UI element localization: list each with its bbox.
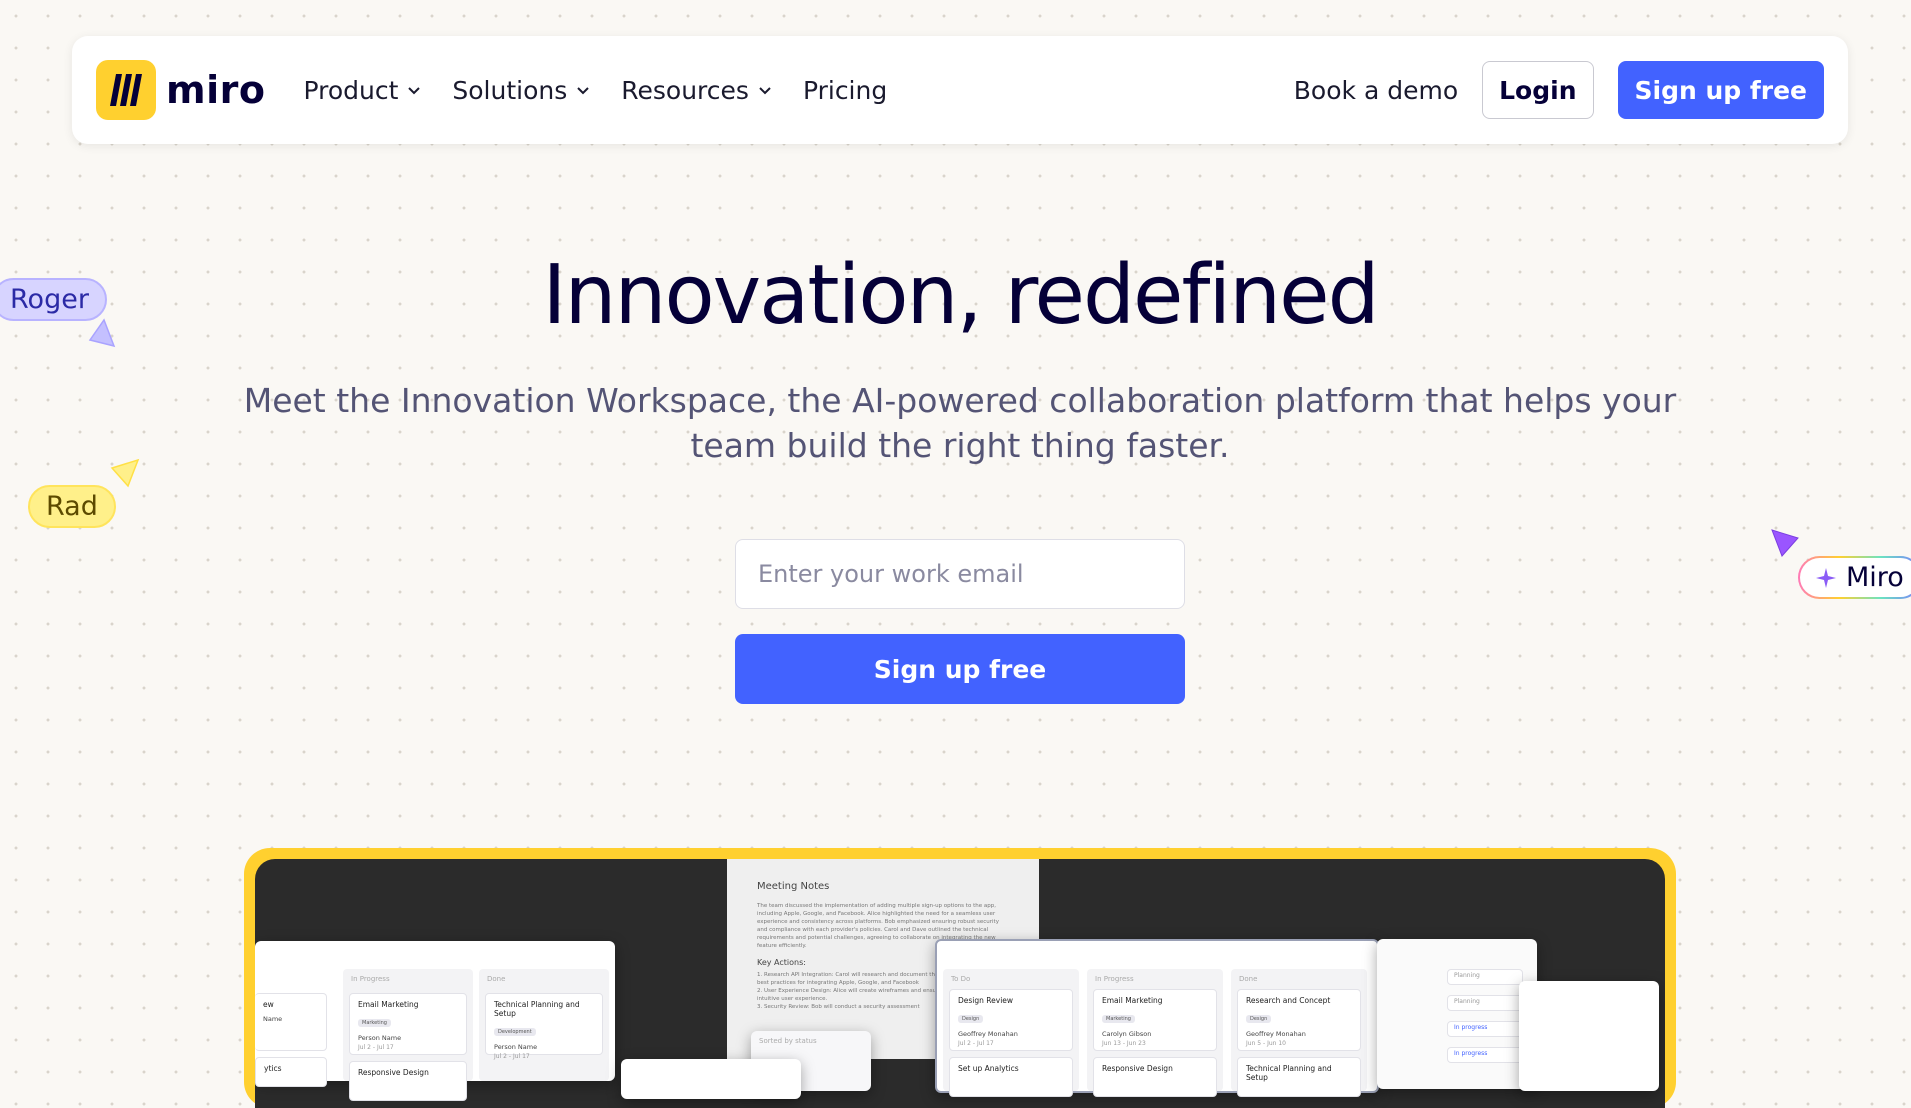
- card-person: Person Name: [494, 1043, 538, 1051]
- board-card: Email Marketing Marketing Carolyn Gibson…: [1093, 989, 1217, 1051]
- card-person: Geoffrey Monahan: [1246, 1030, 1306, 1038]
- book-demo-link[interactable]: Book a demo: [1294, 76, 1458, 105]
- card-date: Jul 2 - Jul 17: [958, 1040, 994, 1047]
- cursor-label-rad: Rad: [28, 485, 116, 528]
- card-title: Responsive Design: [1102, 1064, 1173, 1073]
- chevron-down-icon: [577, 87, 589, 95]
- board-card: Technical Planning and Setup Development…: [485, 993, 603, 1060]
- board-card: Email Marketing Marketing Person Name Ju…: [349, 993, 467, 1055]
- column-header: In Progress: [1095, 975, 1134, 983]
- card-title: ytics: [264, 1064, 282, 1073]
- status-chip: In progress: [1447, 1021, 1523, 1037]
- column-header: To Do: [951, 975, 971, 983]
- menu-item-product[interactable]: Product: [303, 76, 422, 105]
- card-date: Jul 2 - Jul 17: [494, 1053, 530, 1060]
- cursor-arrow-icon: [1771, 529, 1799, 557]
- status-chip-label: In progress: [1454, 1050, 1488, 1057]
- card-title: Set up Analytics: [958, 1064, 1019, 1073]
- card-tag: Marketing: [358, 1019, 391, 1027]
- product-preview-canvas: Meeting Notes The team discussed the imp…: [255, 859, 1665, 1108]
- login-button[interactable]: Login: [1482, 61, 1594, 119]
- card-tag: Marketing: [1102, 1015, 1135, 1023]
- board-card: Research and Concept Design Geoffrey Mon…: [1237, 989, 1361, 1051]
- product-preview-frame: Meeting Notes The team discussed the imp…: [244, 848, 1676, 1108]
- card-tag: Design: [958, 1015, 984, 1023]
- status-chip-label: Planning: [1454, 998, 1480, 1005]
- hero-subtitle: Meet the Innovation Workspace, the AI-po…: [243, 381, 1677, 465]
- card-title: Responsive Design: [358, 1068, 429, 1077]
- hero-signup-button[interactable]: Sign up free: [735, 634, 1185, 704]
- menu-item-label: Solutions: [452, 75, 568, 105]
- far-right-panel: [1519, 981, 1659, 1091]
- miro-logo-icon: [96, 60, 156, 120]
- kanban-column: In Progress Email Marketing Marketing Ca…: [1087, 969, 1223, 1097]
- card-person: Carolyn Gibson: [1102, 1030, 1152, 1038]
- card-date: Jul 2 - Jul 17: [358, 1044, 394, 1051]
- card-title: Research and Concept: [1246, 996, 1331, 1005]
- menu-item-pricing[interactable]: Pricing: [803, 76, 887, 105]
- notes-title: Meeting Notes: [757, 881, 830, 892]
- kanban-column: Done Research and Concept Design Geoffre…: [1231, 969, 1367, 1097]
- cursor-label-miro-ai: Miro: [1798, 556, 1911, 599]
- sorted-label: Sorted by status: [759, 1037, 817, 1045]
- menu-item-label: Resources: [621, 75, 749, 105]
- nav-actions: Book a demo Login Sign up free: [1294, 61, 1824, 119]
- board-card: Responsive Design: [1093, 1057, 1217, 1097]
- board-card: Technical Planning and Setup: [1237, 1057, 1361, 1097]
- card-title: Technical Planning and Setup: [1246, 1064, 1332, 1082]
- menu-item-label: Product: [303, 75, 399, 105]
- top-navigation: miro Product Solutions Resources Pricing…: [72, 36, 1848, 144]
- status-side-panel: Planning Planning In progress In progres…: [1377, 939, 1537, 1089]
- small-panel: [621, 1059, 801, 1099]
- card-tag: Development: [494, 1028, 536, 1036]
- cursor-label-text: Miro: [1846, 562, 1904, 593]
- brand-name: miro: [166, 68, 266, 112]
- cursor-label-roger: Roger: [0, 278, 107, 321]
- board-card: ew Name: [255, 993, 327, 1051]
- left-kanban-board: ew Name ytics In Progress Email Marketin…: [255, 941, 615, 1101]
- board-card: Set up Analytics: [949, 1057, 1073, 1097]
- menu-item-solutions[interactable]: Solutions: [452, 76, 591, 105]
- cursor-arrow-icon: [88, 318, 116, 348]
- menu-item-resources[interactable]: Resources: [621, 76, 773, 105]
- status-chip-label: In progress: [1454, 1024, 1488, 1031]
- kanban-column: To Do Design Review Design Geoffrey Mona…: [943, 969, 1079, 1097]
- cursor-arrow-icon: [110, 458, 140, 488]
- card-title: Email Marketing: [358, 1000, 419, 1009]
- card-title: Email Marketing: [1102, 996, 1163, 1005]
- sparkle-icon: [1816, 567, 1836, 588]
- card-person: Name: [263, 1015, 283, 1023]
- status-chip: Planning: [1447, 969, 1523, 985]
- column-header: Done: [1239, 975, 1258, 983]
- card-person: Geoffrey Monahan: [958, 1030, 1018, 1038]
- status-chip-label: Planning: [1454, 972, 1480, 979]
- chevron-down-icon: [759, 87, 771, 95]
- main-menu: Product Solutions Resources Pricing: [303, 76, 887, 105]
- board-card: ytics: [255, 1057, 327, 1087]
- card-person: Person Name: [358, 1034, 402, 1042]
- work-email-input[interactable]: [735, 539, 1185, 609]
- card-date: Jun 13 - Jun 23: [1102, 1040, 1146, 1047]
- hero-title: Innovation, redefined: [542, 248, 1379, 343]
- card-title: ew: [263, 1000, 274, 1009]
- card-title: Design Review: [958, 996, 1014, 1005]
- kanban-column: Done Technical Planning and Setup Develo…: [479, 969, 609, 1081]
- card-tag: Design: [1246, 1015, 1272, 1023]
- chevron-down-icon: [408, 87, 421, 95]
- brand-logo[interactable]: miro: [96, 60, 265, 120]
- right-kanban-board: To Do Design Review Design Geoffrey Mona…: [935, 939, 1379, 1097]
- menu-item-label: Pricing: [802, 75, 888, 105]
- board-card: Responsive Design: [349, 1061, 467, 1101]
- status-chip: In progress: [1447, 1047, 1523, 1063]
- card-date: Jun 5 - Jun 10: [1246, 1040, 1286, 1047]
- column-header: Done: [487, 975, 506, 983]
- column-header: In Progress: [351, 975, 390, 983]
- nav-signup-button[interactable]: Sign up free: [1617, 61, 1824, 119]
- card-title: Technical Planning and Setup: [494, 1000, 580, 1018]
- board-card: Design Review Design Geoffrey Monahan Ju…: [949, 989, 1073, 1051]
- status-chip: Planning: [1447, 995, 1523, 1011]
- kanban-column: In Progress Email Marketing Marketing Pe…: [343, 969, 473, 1101]
